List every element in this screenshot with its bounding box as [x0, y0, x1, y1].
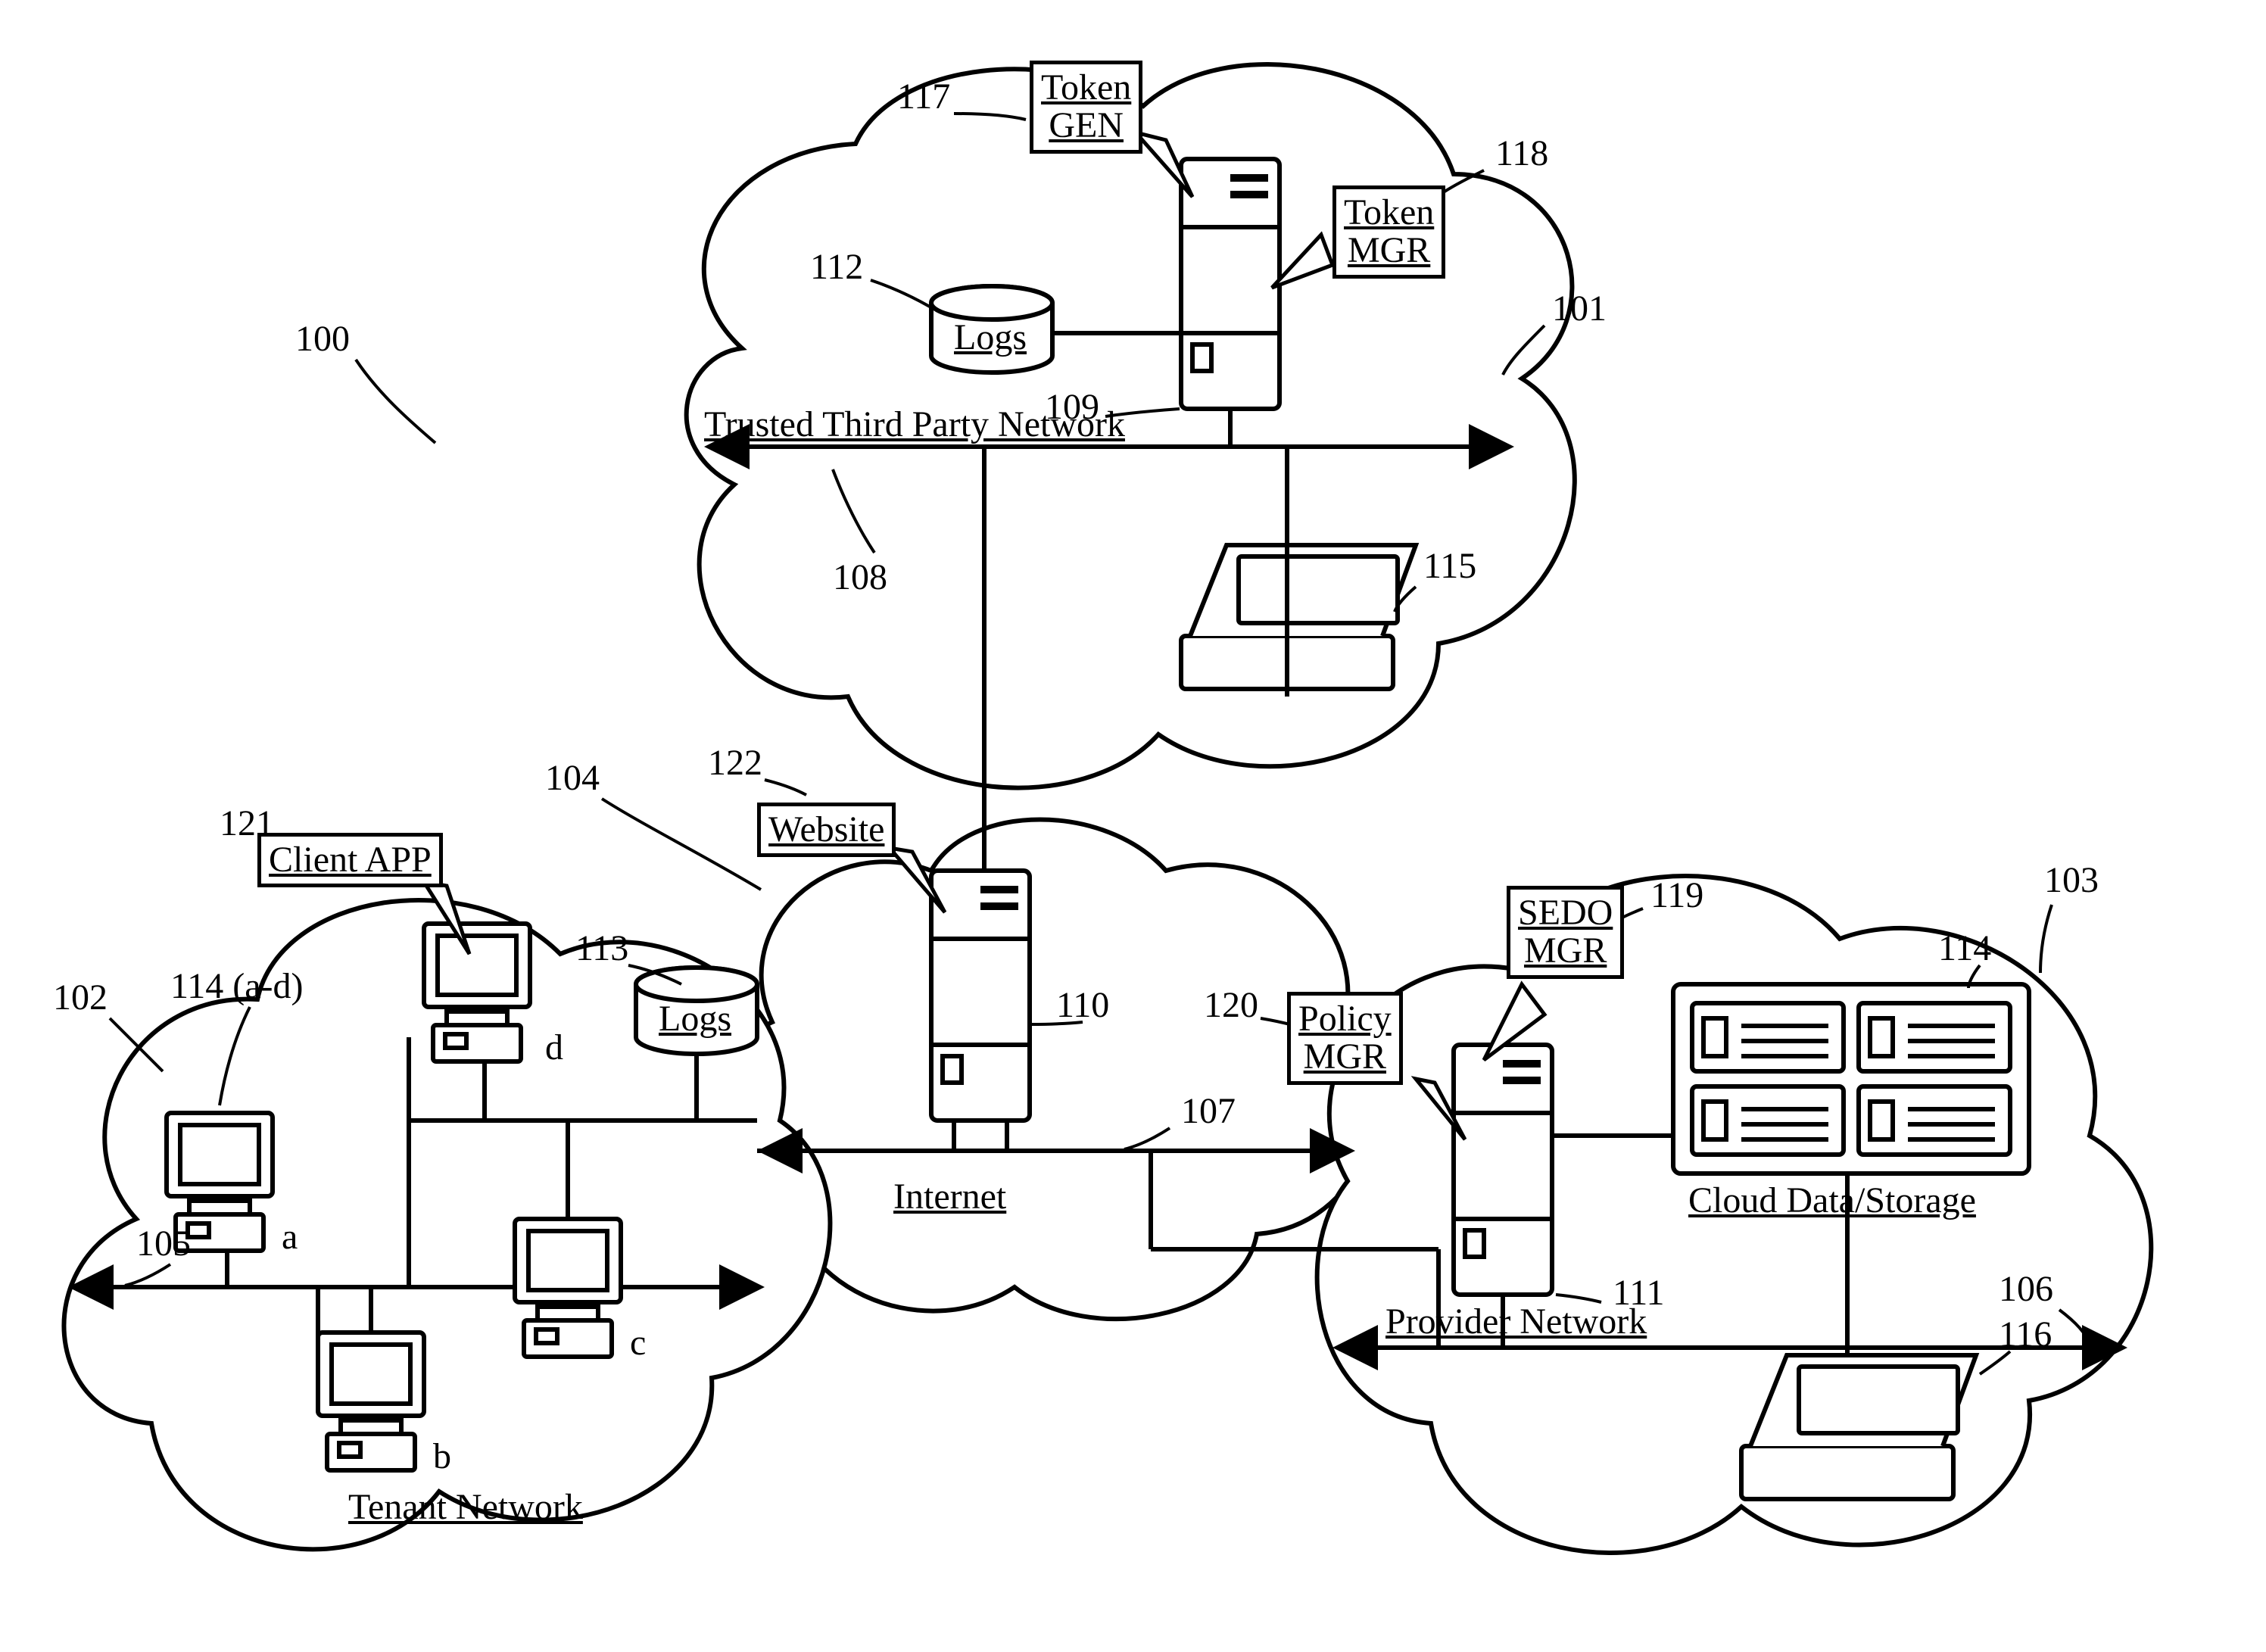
ref-122: 122: [708, 742, 762, 784]
ref-100: 100: [295, 318, 350, 360]
box-policy-mgr: Policy MGR: [1287, 992, 1403, 1085]
ref-115: 115: [1423, 545, 1476, 587]
ref-118: 118: [1495, 132, 1548, 174]
server-110: [931, 871, 1030, 1121]
ws-label-a: a: [282, 1217, 298, 1258]
sedo-mgr-l2: MGR: [1518, 932, 1613, 970]
ref-108: 108: [833, 556, 887, 598]
ref-119: 119: [1650, 874, 1703, 916]
leader-104: [602, 799, 761, 890]
website-label: Website: [768, 811, 884, 849]
ref-116: 116: [1999, 1314, 2052, 1355]
ws-label-b: b: [433, 1437, 451, 1477]
label-tenant-network: Tenant Network: [348, 1488, 583, 1528]
token-mgr-l2: MGR: [1344, 232, 1434, 270]
ref-101: 101: [1552, 288, 1607, 329]
label-internet: Internet: [893, 1177, 1006, 1217]
ref-113: 113: [575, 927, 628, 969]
token-gen-l2: GEN: [1041, 107, 1131, 145]
label-logs-tenant: Logs: [659, 999, 731, 1040]
ref-105: 105: [136, 1223, 191, 1264]
token-gen-l1: Token: [1041, 69, 1131, 107]
ref-102: 102: [53, 977, 108, 1018]
ref-120: 120: [1204, 984, 1258, 1026]
ref-109: 109: [1045, 386, 1099, 428]
policy-mgr-l2: MGR: [1298, 1038, 1392, 1076]
client-app-label: Client APP: [269, 841, 432, 879]
ref-110: 110: [1056, 984, 1109, 1026]
box-token-mgr: Token MGR: [1332, 185, 1445, 279]
box-token-gen: Token GEN: [1030, 61, 1142, 154]
label-provider-network: Provider Network: [1385, 1302, 1647, 1342]
label-cloud-storage: Cloud Data/Storage: [1688, 1181, 1976, 1221]
label-logs-ttp: Logs: [954, 318, 1027, 358]
ref-107: 107: [1181, 1090, 1236, 1132]
ref-103: 103: [2044, 859, 2099, 901]
ws-label-d: d: [545, 1028, 563, 1068]
box-sedo-mgr: SEDO MGR: [1507, 886, 1624, 979]
ref-112: 112: [810, 246, 863, 288]
token-mgr-l1: Token: [1344, 194, 1434, 232]
leader-122: [765, 780, 806, 795]
policy-mgr-l1: Policy: [1298, 1000, 1392, 1038]
ref-114: 114: [1938, 927, 1991, 969]
ref-111: 111: [1613, 1272, 1664, 1314]
box-client-app: Client APP: [257, 833, 443, 887]
ref-106: 106: [1999, 1268, 2053, 1310]
ref-114ad: 114 (a-d): [170, 965, 303, 1007]
leader-100: [356, 360, 435, 443]
ref-117: 117: [897, 76, 950, 117]
box-website: Website: [757, 803, 896, 857]
workstation-c: [515, 1219, 621, 1357]
sedo-mgr-l1: SEDO: [1518, 894, 1613, 932]
server-109: [1181, 159, 1279, 447]
leader-103: [2040, 905, 2052, 973]
ref-104: 104: [545, 757, 600, 799]
ws-label-c: c: [630, 1323, 646, 1364]
ref-121: 121: [220, 803, 274, 844]
